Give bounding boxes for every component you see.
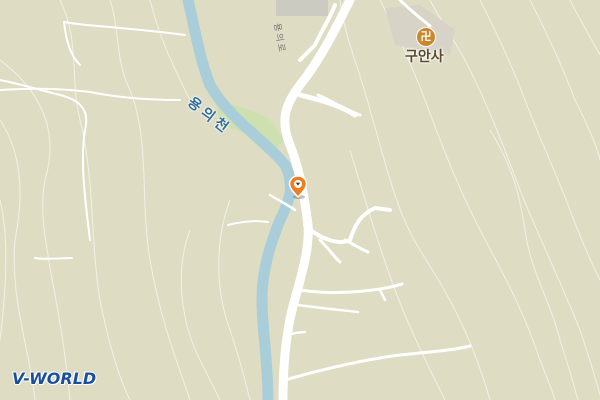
map-canvas[interactable]: 卍 구안사 용의천 용의로 V-WORLD	[0, 0, 600, 400]
river[interactable]	[182, 0, 296, 400]
map-layer	[0, 0, 600, 400]
building-area	[276, 0, 328, 16]
temple-label[interactable]: 구안사	[405, 46, 444, 66]
temple-icon[interactable]: 卍	[417, 28, 435, 46]
vworld-logo: V-WORLD	[12, 369, 97, 388]
road-network	[0, 0, 472, 400]
location-pin-icon[interactable]	[288, 175, 308, 199]
